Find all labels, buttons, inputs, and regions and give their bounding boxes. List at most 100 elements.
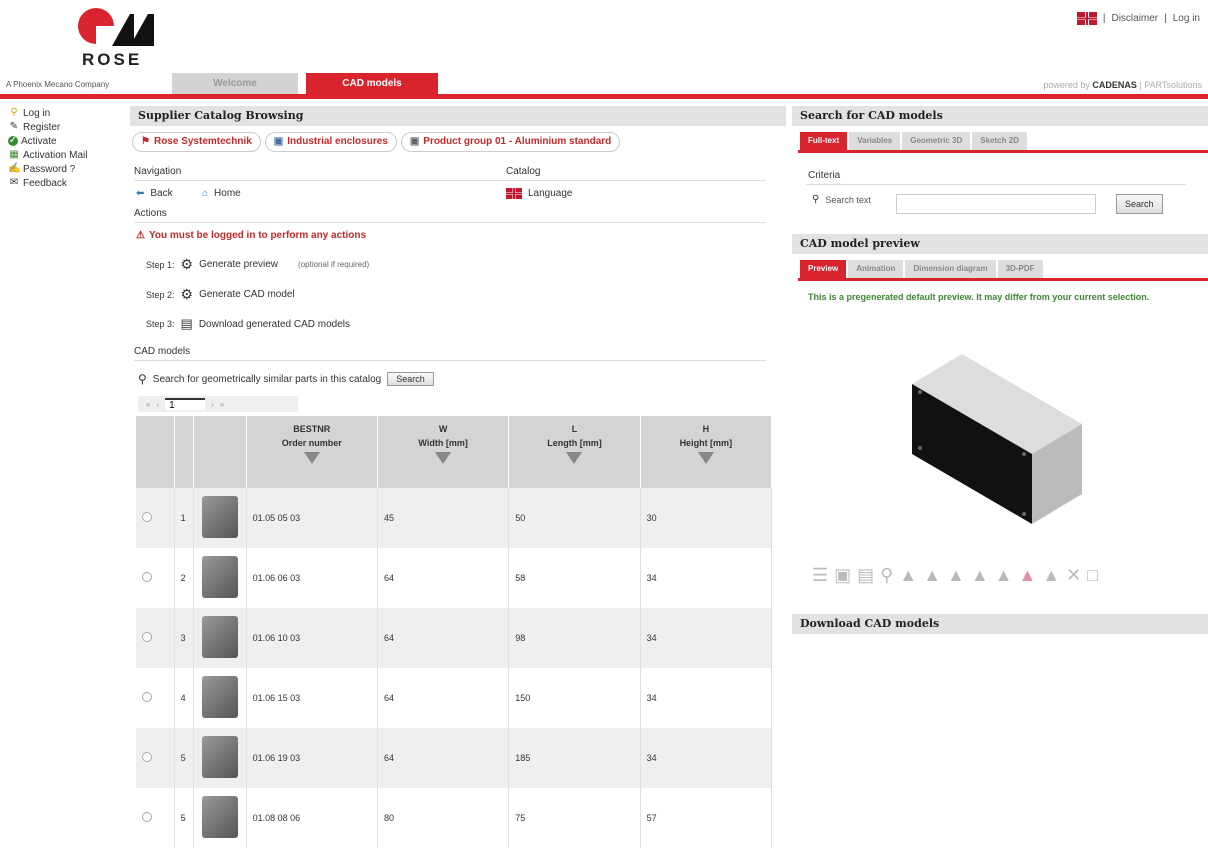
menu-register[interactable]: ✎ Register: [8, 120, 128, 134]
back-link[interactable]: ⬅ Back: [136, 188, 173, 199]
table-row[interactable]: 5 01.06 19 03 64 185 34: [136, 728, 773, 788]
view-list-icon[interactable]: ☰: [812, 565, 828, 586]
prev-page-icon[interactable]: ‹: [156, 400, 159, 409]
cube-view-icon[interactable]: ▲: [923, 565, 941, 586]
menu-login[interactable]: ⚲ Log in: [8, 106, 128, 120]
help-icon[interactable]: □: [1087, 565, 1098, 586]
page-number-input[interactable]: 1: [165, 398, 206, 411]
menu-activate[interactable]: ✓ Activate: [8, 134, 128, 148]
search-button[interactable]: Search: [1116, 194, 1163, 214]
preview-panel: CAD model preview Preview Animation Dime…: [792, 234, 1208, 585]
powered-by: powered by CADENAS | PARTsolutions: [1043, 80, 1202, 90]
breadcrumb-item[interactable]: ▣ Industrial enclosures: [264, 132, 397, 152]
col-length[interactable]: L Length [mm]: [508, 416, 641, 488]
breadcrumb-item[interactable]: ⚑ Rose Systemtechnik: [132, 132, 261, 152]
tab-sketch-2d[interactable]: Sketch 2D: [972, 132, 1027, 150]
col-order-number[interactable]: BESTNR Order number: [246, 416, 378, 488]
filter-icon[interactable]: [566, 452, 583, 464]
menu-activation-mail[interactable]: ▦ Activation Mail: [8, 148, 128, 162]
menu-password[interactable]: ✍ Password ?: [8, 162, 128, 176]
cube-view-icon[interactable]: ▲: [947, 565, 965, 586]
cell-thumb: [193, 788, 247, 848]
part-thumbnail[interactable]: [201, 496, 238, 538]
right-panel: Search for CAD models Full-text Variable…: [792, 106, 1208, 832]
filter-icon[interactable]: [435, 452, 452, 464]
breadcrumb-item[interactable]: ▣ Product group 01 - Aluminium standard: [400, 132, 621, 152]
tab-geometric-3d[interactable]: Geometric 3D: [902, 132, 971, 150]
step-generate-preview[interactable]: Step 1: ⚙ Generate preview (optional if req…: [146, 256, 369, 273]
crumb-label: Product group 01 - Aluminium standard: [423, 136, 612, 147]
last-page-icon[interactable]: »: [220, 400, 224, 409]
cad-preview-image[interactable]: [892, 344, 1092, 524]
cell-width: 80: [377, 788, 510, 848]
language-link[interactable]: Language: [506, 188, 573, 199]
col-height[interactable]: H Height [mm]: [640, 416, 773, 488]
navigation-label: Navigation: [134, 166, 182, 177]
menu-label: Password ?: [23, 163, 76, 175]
cube-color-icon[interactable]: ▲: [1019, 565, 1037, 586]
tab-cad-models[interactable]: CAD models: [306, 73, 438, 94]
part-thumbnail[interactable]: [201, 616, 238, 658]
table-row[interactable]: 3 01.06 10 03 64 98 34: [136, 608, 773, 668]
cube-view-icon[interactable]: ▲: [995, 565, 1013, 586]
measure-icon[interactable]: ✕: [1066, 565, 1081, 586]
cadenas-brand: CADENAS: [1092, 80, 1137, 90]
filter-icon[interactable]: [303, 452, 320, 464]
cell-order: 01.05 05 03: [246, 488, 378, 548]
row-radio[interactable]: [142, 692, 152, 702]
row-radio[interactable]: [142, 812, 152, 822]
part-thumbnail[interactable]: [201, 556, 238, 598]
search-text-input[interactable]: [896, 194, 1096, 214]
uk-flag-icon[interactable]: [1076, 12, 1097, 25]
cube-view-icon[interactable]: ▲: [1042, 565, 1060, 586]
disclaimer-link[interactable]: Disclaimer: [1111, 13, 1158, 24]
cube-view-icon[interactable]: ▲: [971, 565, 989, 586]
row-radio[interactable]: [142, 752, 152, 762]
table-row[interactable]: 2 01.06 06 03 64 58 34: [136, 548, 773, 608]
table-row[interactable]: 5 01.08 08 06 80 75 57: [136, 788, 773, 848]
row-radio[interactable]: [142, 632, 152, 642]
similar-search-button[interactable]: Search: [387, 372, 434, 386]
login-link[interactable]: Log in: [1173, 13, 1200, 24]
filter-icon[interactable]: [697, 452, 714, 464]
part-thumbnail[interactable]: [201, 736, 238, 778]
step-number: Step 1:: [146, 259, 175, 270]
step-download[interactable]: Step 3: ▤ Download generated CAD models: [146, 316, 350, 332]
cell-thumb: [193, 548, 247, 608]
similar-search-label: Search for geometrically similar parts i…: [152, 373, 382, 385]
menu-feedback[interactable]: ✉ Feedback: [8, 176, 128, 190]
row-radio[interactable]: [142, 572, 152, 582]
step-number: Step 3:: [146, 319, 175, 329]
table-row[interactable]: 4 01.06 15 03 64 150 34: [136, 668, 773, 728]
first-page-icon[interactable]: «: [146, 400, 150, 409]
cell-select: [136, 548, 175, 608]
tab-preview[interactable]: Preview: [800, 260, 847, 278]
tab-full-text[interactable]: Full-text: [800, 132, 848, 150]
cell-select: [136, 608, 175, 668]
part-thumbnail[interactable]: [201, 676, 238, 718]
row-radio[interactable]: [142, 512, 152, 522]
view-cylinder-icon[interactable]: ▤: [857, 565, 874, 586]
table-row[interactable]: 1 01.05 05 03 45 50 30: [136, 488, 773, 548]
step-generate-cad[interactable]: Step 2: ⚙ Generate CAD model: [146, 286, 295, 303]
home-link[interactable]: ⌂ Home: [202, 188, 241, 199]
next-page-icon[interactable]: ›: [211, 400, 214, 409]
tab-dimension-diagram[interactable]: Dimension diagram: [905, 260, 996, 278]
check-circle-icon: ✓: [8, 135, 18, 146]
tab-welcome[interactable]: Welcome: [172, 73, 298, 94]
col-width[interactable]: W Width [mm]: [377, 416, 510, 488]
breadcrumb: ⚑ Rose Systemtechnik ▣ Industrial enclosur…: [132, 132, 786, 152]
search-text-row: ⚲ Search text: [812, 194, 871, 205]
col-code: BESTNR: [293, 424, 331, 434]
tab-animation[interactable]: Animation: [848, 260, 904, 278]
tab-variables[interactable]: Variables: [849, 132, 901, 150]
cube-view-icon[interactable]: ▲: [899, 565, 917, 586]
zoom-icon[interactable]: ⚲: [880, 565, 893, 586]
search-icon: ⚲: [812, 194, 820, 205]
powered-by-label: powered by: [1043, 80, 1090, 90]
tab-3d-pdf[interactable]: 3D-PDF: [997, 260, 1043, 278]
cell-order: 01.08 08 06: [246, 788, 378, 848]
back-label: Back: [150, 188, 173, 199]
product-group-icon: ▣: [409, 136, 420, 147]
view-box-icon[interactable]: ▣: [834, 565, 851, 586]
